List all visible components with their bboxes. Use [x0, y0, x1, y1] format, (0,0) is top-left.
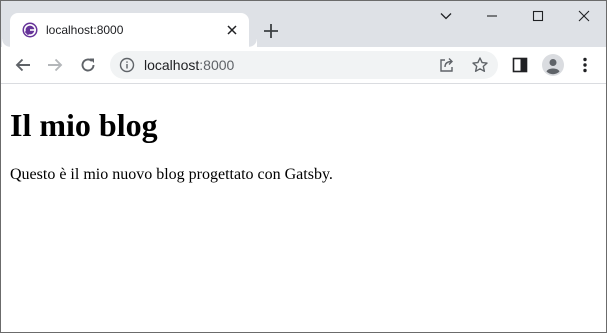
close-window-icon[interactable]: [561, 1, 606, 31]
gatsby-icon: [22, 22, 38, 38]
more-menu-icon[interactable]: [575, 55, 595, 75]
address-bar[interactable]: localhost:8000: [110, 51, 498, 79]
tab-strip: localhost:8000: [1, 1, 606, 47]
reload-icon[interactable]: [78, 55, 98, 75]
url-text: localhost:8000: [144, 57, 234, 73]
browser-toolbar: localhost:8000: [1, 47, 606, 84]
url-host: localhost: [144, 57, 200, 73]
profile-avatar-icon[interactable]: [542, 54, 564, 76]
tab-search-chevron-down-icon[interactable]: [423, 1, 469, 31]
new-tab-icon[interactable]: [261, 21, 281, 41]
bookmark-star-icon[interactable]: [471, 56, 489, 74]
maximize-icon[interactable]: [515, 1, 561, 31]
browser-window: localhost:8000 localhost:8000 Il mio blo…: [0, 0, 607, 333]
side-panel-icon[interactable]: [510, 55, 530, 75]
tab-localhost[interactable]: localhost:8000: [10, 13, 257, 47]
tab-title: localhost:8000: [46, 23, 124, 37]
share-icon[interactable]: [438, 56, 456, 74]
page-content: Il mio blog Questo è il mio nuovo blog p…: [1, 85, 606, 332]
url-port: :8000: [199, 57, 235, 73]
minimize-icon[interactable]: [469, 1, 515, 31]
page-paragraph: Questo è il mio nuovo blog progettato co…: [10, 166, 333, 183]
site-info-icon[interactable]: [119, 57, 135, 73]
back-arrow-icon[interactable]: [13, 55, 33, 75]
close-tab-icon[interactable]: [224, 22, 240, 38]
page-heading: Il mio blog: [10, 107, 158, 143]
forward-arrow-icon[interactable]: [45, 55, 65, 75]
